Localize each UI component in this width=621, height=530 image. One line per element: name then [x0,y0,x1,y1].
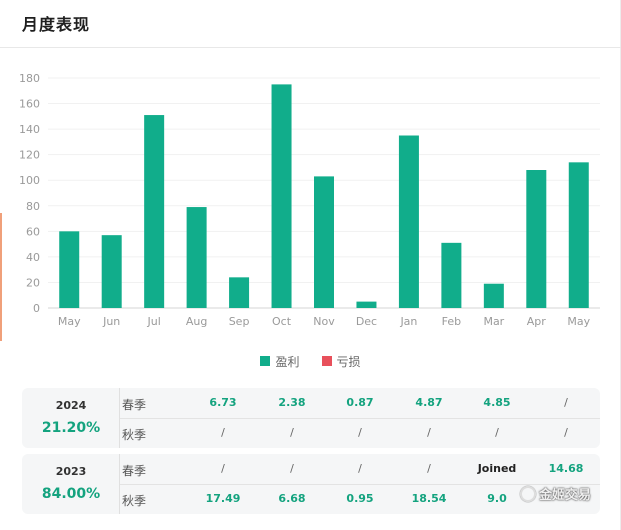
season-percent: 84.00% [41,486,101,502]
season-row-spring: 春季 / / / / Joined 14.68 [120,454,600,484]
bar-profit[interactable] [314,176,334,308]
season-cell: 2.38 [278,396,306,409]
bar-profit[interactable] [271,84,292,308]
season-year: 2023 [55,465,87,478]
season-cell: 9.0 [487,492,507,505]
season-name: 秋季 [122,494,147,508]
x-tick-label: Dec [356,315,377,328]
chart-legend: 盈利 亏损 [0,352,621,370]
season-cell: / [358,462,362,475]
bar-profit[interactable] [144,115,165,308]
y-tick-label: 140 [19,123,40,136]
x-tick-label: Mar [483,315,504,328]
bar-profit[interactable] [59,231,80,308]
y-tick-label: 20 [26,276,40,289]
y-tick-label: 180 [19,72,40,85]
bar-profit[interactable] [186,207,207,308]
bar-profit[interactable] [483,283,504,308]
season-name: 春季 [122,398,147,412]
watermark-text: 金姬交易 [539,488,592,503]
season-cell: 0.95 [346,492,374,505]
season-name: 春季 [122,464,147,478]
bar-profit[interactable] [526,170,547,308]
season-cell: / [495,426,499,439]
season-cell: 0.87 [346,396,374,409]
season-cell: / [427,426,431,439]
season-cell: / [290,426,294,439]
bar-profit[interactable] [441,242,462,308]
legend-label-profit: 盈利 [275,354,300,369]
watermark: 金姬交易 [520,484,591,503]
season-card-2023: 2023 84.00% 春季 / / / / Joined 14.68 秋季 1… [22,454,600,514]
y-tick-label: 160 [19,98,40,111]
season-cell: / [290,462,294,475]
bar-profit[interactable] [568,162,589,308]
legend-item-loss[interactable]: 亏损 [321,352,361,370]
season-cell: / [221,462,225,475]
watermark-logo-icon [520,485,536,502]
season-cell: 6.73 [209,396,237,409]
season-card-2024: 2024 21.20% 春季 6.73 2.38 0.87 4.87 4.85 … [22,388,600,448]
y-tick-label: 40 [26,251,40,264]
y-tick-label: 120 [19,149,40,162]
year-block: 2024 21.20% [22,388,120,448]
bar-profit[interactable] [229,277,250,308]
x-tick-label: Aug [186,315,207,328]
y-tick-label: 80 [26,200,40,213]
legend-swatch-loss [321,356,332,366]
x-tick-label: Jun [102,315,120,328]
year-block: 2023 84.00% [22,454,120,514]
bar-profit[interactable] [398,135,419,309]
x-tick-label: May [58,315,81,328]
panel-header: 月度表现 [0,0,621,48]
season-cell: 4.87 [415,396,443,409]
bar-chart-svg: 0 20 40 60 80 100 120 140 160 180 May Jun Jul Aug Sep O… [19,72,600,328]
x-tick-label: Feb [442,315,461,328]
season-cell: 18.54 [411,492,447,505]
x-tick-label: Sep [229,315,250,328]
season-cell: Joined [477,462,517,475]
season-year: 2024 [55,399,87,412]
y-tick-label: 100 [19,174,40,187]
legend-item-profit[interactable]: 盈利 [260,352,300,370]
season-cell: 14.68 [548,462,584,475]
legend-label-loss: 亏损 [336,354,361,369]
x-tick-label: May [567,315,590,328]
season-cell: / [427,462,431,475]
x-tick-label: Nov [313,315,335,328]
monthly-performance-chart: 0 20 40 60 80 100 120 140 160 180 May Jun Jul Aug Sep O… [0,60,621,350]
x-tick-label: Oct [272,315,292,328]
season-cell: / [564,426,568,439]
legend-swatch-profit [260,356,271,366]
season-cell: / [221,426,225,439]
season-cell: / [564,396,568,409]
season-cell: / [358,426,362,439]
season-cell: 6.68 [278,492,306,505]
y-tick-label: 0 [33,302,40,315]
season-name: 秋季 [122,428,147,442]
bar-profit[interactable] [356,301,377,308]
x-tick-label: Jul [147,315,161,328]
season-row-autumn: 秋季 / / / / / / [120,418,600,448]
y-tick-label: 60 [26,225,40,238]
season-row-spring: 春季 6.73 2.38 0.87 4.87 4.85 / [120,388,600,418]
season-percent: 21.20% [41,420,101,436]
x-tick-label: Apr [527,315,547,328]
x-tick-label: Jan [399,315,417,328]
season-cell: 17.49 [205,492,241,505]
bar-profit[interactable] [101,235,122,308]
panel-title: 月度表现 [22,15,91,34]
season-cell: 4.85 [483,396,511,409]
